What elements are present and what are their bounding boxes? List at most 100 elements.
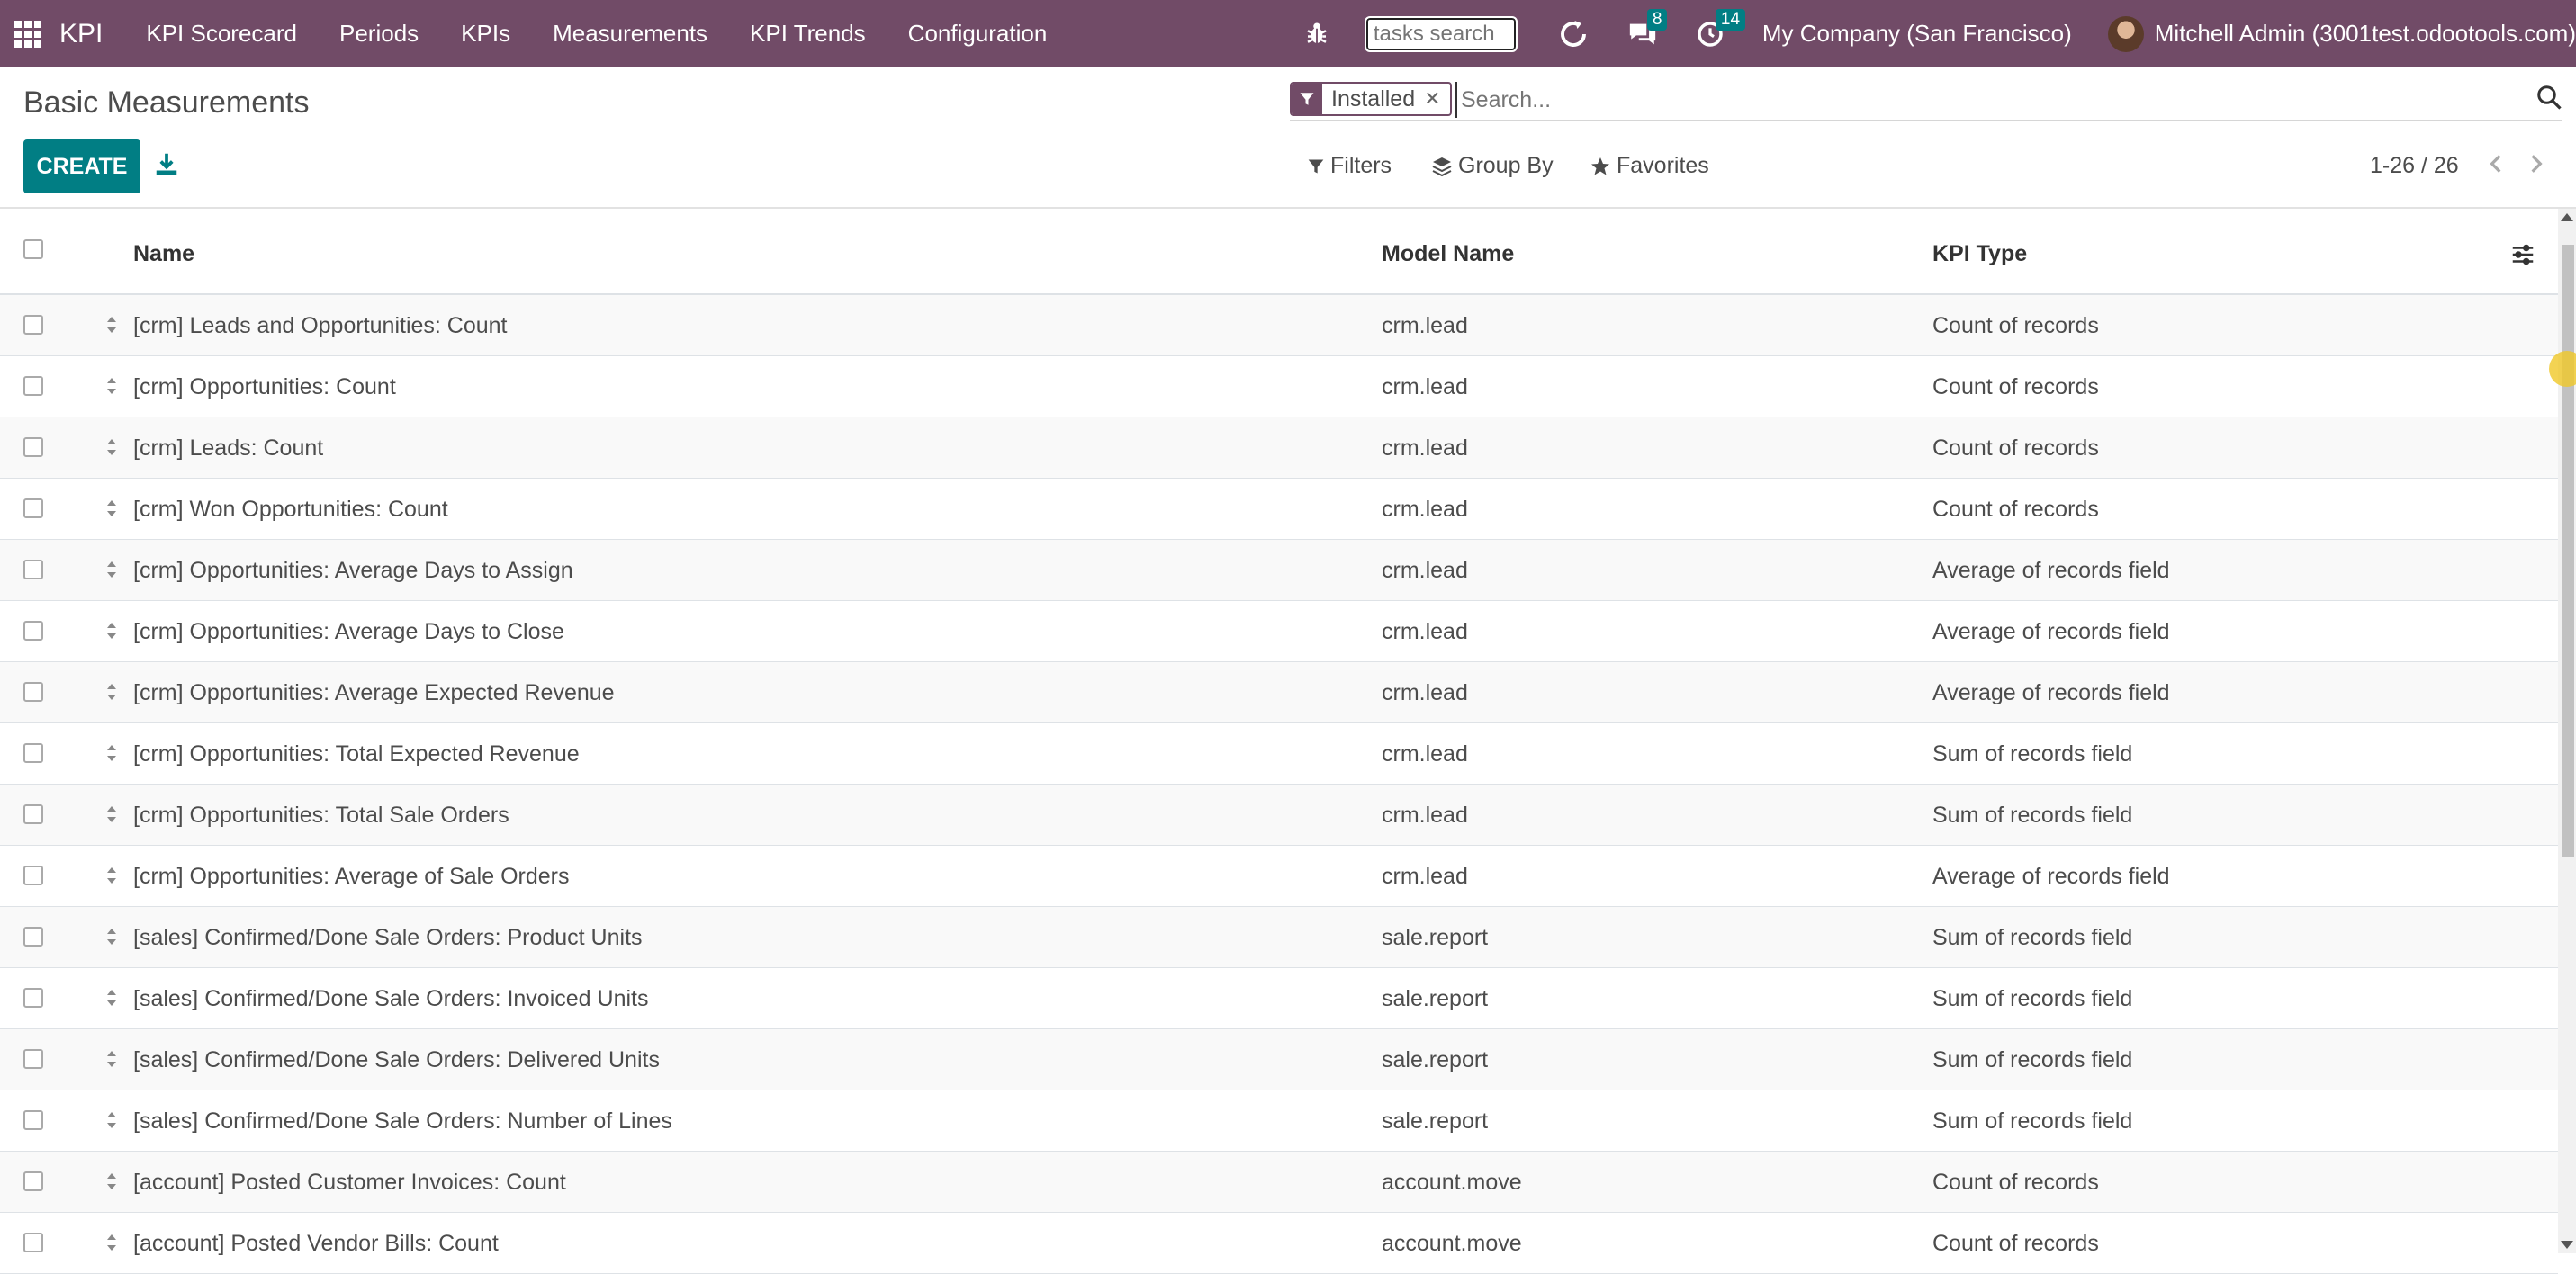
row-checkbox[interactable] [23,927,43,947]
facet-label: Installed [1331,85,1416,112]
menu-measurements[interactable]: Measurements [553,20,707,48]
row-checkbox[interactable] [23,1233,43,1252]
drag-handle-icon[interactable] [104,803,119,826]
table-row[interactable]: [crm] Opportunities: Average Days to Clo… [0,601,2558,662]
table-row[interactable]: [crm] Opportunities: Average of Sale Ord… [0,846,2558,907]
cell-name: [account] Posted Customer Invoices: Coun… [133,1170,566,1195]
search-facet-installed[interactable]: Installed ✕ [1290,82,1452,116]
drag-handle-icon[interactable] [104,1170,119,1193]
activities-nav-item[interactable]: 14 [1696,8,1746,49]
apps-menu-icon[interactable] [14,20,41,48]
row-checkbox[interactable] [23,1110,43,1130]
table-row[interactable]: [crm] Leads: Count crm.lead Count of recor… [0,417,2558,479]
drag-handle-icon[interactable] [104,925,119,948]
drag-handle-icon[interactable] [104,558,119,581]
cell-model-name: crm.lead [1382,313,1468,338]
cell-kpi-type: Sum of records field [1932,803,2133,828]
row-checkbox[interactable] [23,1171,43,1191]
row-checkbox[interactable] [23,376,43,396]
cell-kpi-type: Sum of records field [1932,1108,2133,1134]
select-all-checkbox[interactable] [23,239,43,259]
messages-nav-item[interactable]: 8 [1627,8,1668,49]
table-row[interactable]: [crm] Won Opportunities: Count crm.lead Co… [0,479,2558,540]
row-checkbox[interactable] [23,743,43,763]
drag-handle-icon[interactable] [104,619,119,642]
favorites-toggle[interactable]: Favorites [1590,153,1709,179]
download-icon[interactable] [153,150,180,177]
table-row[interactable]: [crm] Opportunities: Average Expected Re… [0,662,2558,723]
cell-name: [sales] Confirmed/Done Sale Orders: Deli… [133,1047,660,1072]
row-checkbox[interactable] [23,560,43,579]
drag-handle-icon[interactable] [104,374,119,398]
drag-handle-icon[interactable] [104,986,119,1009]
menu-kpi-trends[interactable]: KPI Trends [750,20,866,48]
scroll-up-arrow-icon[interactable] [2561,213,2573,221]
table-row[interactable]: [account] Posted Vendor Bills: Count acco… [0,1213,2558,1274]
row-checkbox[interactable] [23,437,43,457]
cell-model-name: sale.report [1382,925,1489,950]
row-checkbox[interactable] [23,621,43,641]
drag-handle-icon[interactable] [104,1108,119,1132]
user-menu[interactable]: Mitchell Admin (3001test.odootools.com) [2155,20,2576,48]
messages-count-badge: 8 [1646,8,1668,31]
table-row[interactable]: [crm] Opportunities: Count crm.lead Count … [0,356,2558,417]
search-icon[interactable] [2535,84,2562,111]
drag-handle-icon[interactable] [104,1231,119,1254]
drag-handle-icon[interactable] [104,741,119,765]
drag-handle-icon[interactable] [104,497,119,520]
company-switcher[interactable]: My Company (San Francisco) [1762,20,2072,48]
drag-handle-icon[interactable] [104,864,119,887]
column-header-name[interactable]: Name [133,241,194,267]
drag-handle-icon[interactable] [104,680,119,704]
filters-toggle[interactable]: Filters [1307,153,1392,179]
menu-configuration[interactable]: Configuration [908,20,1048,48]
menu-periods[interactable]: Periods [339,20,419,48]
tasks-search-input[interactable] [1364,15,1518,52]
row-checkbox[interactable] [23,682,43,702]
row-checkbox[interactable] [23,1049,43,1069]
optional-columns-icon[interactable] [2509,241,2536,268]
menu-kpi-scorecard[interactable]: KPI Scorecard [146,20,297,48]
search-input[interactable] [1455,82,2363,118]
drag-handle-icon[interactable] [104,1047,119,1071]
cell-name: [sales] Confirmed/Done Sale Orders: Prod… [133,925,643,950]
pager-value[interactable]: 1-26 / 26 [2370,153,2459,179]
cell-model-name: crm.lead [1382,864,1468,889]
cell-kpi-type: Average of records field [1932,558,2170,583]
column-header-model[interactable]: Model Name [1382,241,1514,267]
pager-next-icon[interactable] [2525,150,2548,177]
column-header-kpi-type[interactable]: KPI Type [1932,241,2027,267]
row-checkbox[interactable] [23,498,43,518]
nav-left: KPI KPI Scorecard Periods KPIs Measureme… [0,0,1089,67]
pager-previous-icon[interactable] [2484,150,2508,177]
row-checkbox[interactable] [23,315,43,335]
table-row[interactable]: [crm] Opportunities: Average Days to Ass… [0,540,2558,601]
row-checkbox[interactable] [23,988,43,1008]
drag-handle-icon[interactable] [104,313,119,336]
measurements-list: Name Model Name KPI Type [crm] Leads and… [0,209,2558,1274]
table-row[interactable]: [sales] Confirmed/Done Sale Orders: Invo… [0,968,2558,1029]
create-button[interactable]: CREATE [23,139,140,193]
table-row[interactable]: [crm] Opportunities: Total Expected Reve… [0,723,2558,785]
cell-name: [sales] Confirmed/Done Sale Orders: Numb… [133,1108,672,1134]
cell-model-name: crm.lead [1382,497,1468,522]
table-row[interactable]: [account] Posted Customer Invoices: Coun… [0,1152,2558,1213]
table-row[interactable]: [sales] Confirmed/Done Sale Orders: Numb… [0,1090,2558,1152]
user-avatar[interactable] [2107,15,2144,52]
row-checkbox[interactable] [23,804,43,824]
table-row[interactable]: [sales] Confirmed/Done Sale Orders: Prod… [0,907,2558,968]
table-row[interactable]: [crm] Opportunities: Total Sale Orders cr… [0,785,2558,846]
groupby-toggle[interactable]: Group By [1431,153,1554,179]
scroll-down-arrow-icon[interactable] [2561,1241,2573,1249]
table-row[interactable]: [crm] Leads and Opportunities: Count crm.… [0,295,2558,356]
activities-count-badge: 14 [1715,8,1746,31]
menu-kpis[interactable]: KPIs [461,20,510,48]
scroll-thumb[interactable] [2562,245,2574,857]
row-checkbox[interactable] [23,866,43,885]
refresh-nav-item[interactable] [1557,18,1590,50]
facet-remove-icon[interactable]: ✕ [1424,87,1449,111]
table-row[interactable]: [sales] Confirmed/Done Sale Orders: Deli… [0,1029,2558,1090]
app-brand[interactable]: KPI [59,19,103,49]
drag-handle-icon[interactable] [104,435,119,459]
debug-bug-icon[interactable] [1303,21,1330,48]
